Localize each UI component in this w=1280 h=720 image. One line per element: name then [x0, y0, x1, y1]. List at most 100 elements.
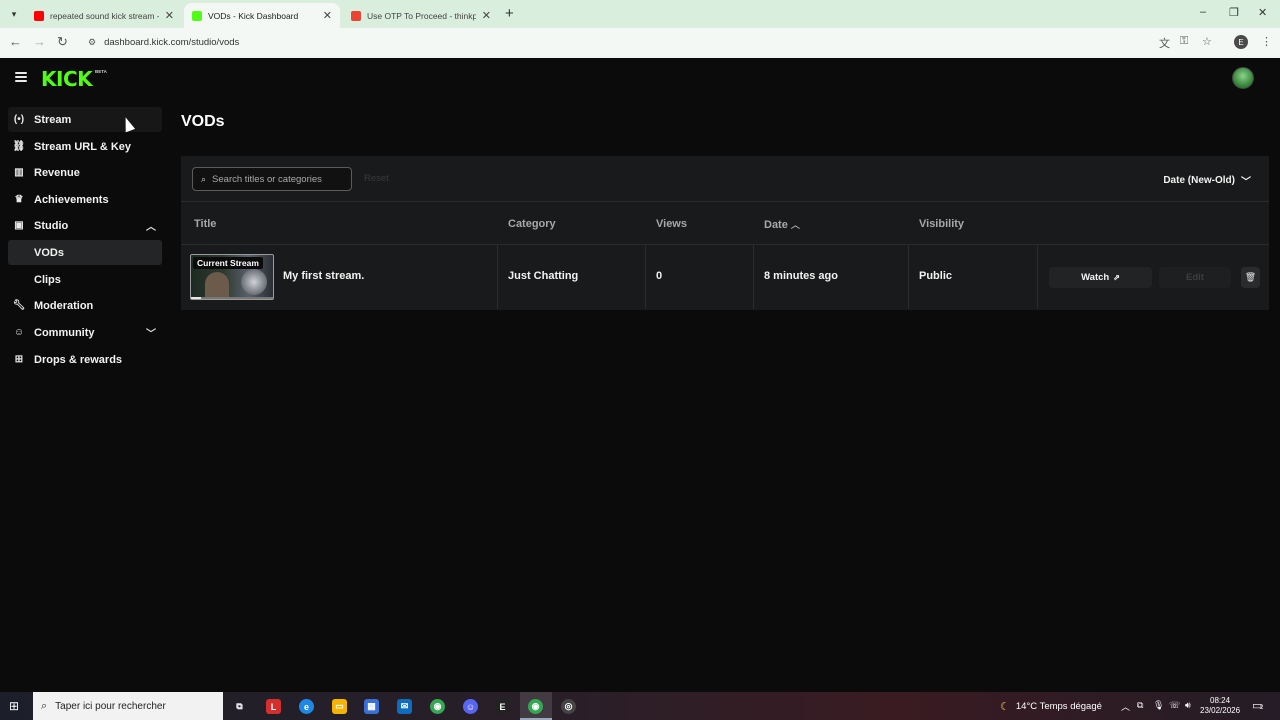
vod-visibility: Public: [919, 270, 953, 282]
sort-ascending-icon: ︿: [790, 220, 800, 230]
address-bar[interactable]: ⚙ dashboard.kick.com/studio/vods: [82, 31, 1222, 54]
tray-app-icon[interactable]: ⧉: [1137, 700, 1143, 711]
browser-toolbar: ← → ↻ ⚙ dashboard.kick.com/studio/vods 文…: [0, 28, 1280, 58]
store-icon[interactable]: ▦: [364, 699, 379, 714]
mail-icon[interactable]: ✉: [397, 699, 412, 714]
cell-divider: [908, 245, 909, 309]
chevron-down-icon: ﹀: [1241, 177, 1251, 188]
chart-icon: ▥: [14, 167, 24, 178]
tab-search-chevron-icon[interactable]: ▾: [6, 6, 22, 22]
reset-button[interactable]: Reset: [364, 173, 389, 184]
sort-label: Date (New-Old): [1163, 175, 1235, 186]
sidebar-item-label: Stream: [34, 113, 72, 126]
filter-bar: ⌕ Reset Date (New-Old) ﹀: [181, 156, 1269, 202]
hamburger-menu-icon[interactable]: [15, 72, 27, 82]
edit-button[interactable]: Edit: [1159, 267, 1231, 288]
sidebar-item-drops-rewards[interactable]: ⊞ Drops & rewards: [8, 347, 162, 372]
browser-menu-icon[interactable]: ⋮: [1261, 35, 1272, 48]
clock-date: 23/02/2026: [1200, 706, 1241, 715]
sidebar-item-vods[interactable]: VODs: [8, 240, 162, 265]
tab-close-icon[interactable]: ✕: [482, 9, 491, 22]
sidebar: (•) Stream ⛓ Stream URL & Key ▥ Revenue …: [0, 102, 170, 692]
sort-dropdown[interactable]: Date (New-Old) ﹀: [1163, 173, 1251, 188]
microphone-icon[interactable]: 🎙︎: [1153, 700, 1164, 711]
vod-progress-bar: [191, 297, 273, 299]
app-l-icon[interactable]: L: [266, 699, 281, 714]
sidebar-item-achievements[interactable]: ♛ Achievements: [8, 187, 162, 212]
chrome-active-icon[interactable]: ◉: [528, 699, 543, 714]
browser-tab-youtube[interactable]: repeated sound kick stream - Y ✕: [26, 3, 182, 28]
notification-icon[interactable]: ▭ 2: [1252, 699, 1263, 712]
column-header-date[interactable]: Date ︿: [764, 218, 800, 231]
password-key-icon[interactable]: ⚿: [1180, 35, 1188, 48]
epic-games-icon[interactable]: E: [495, 699, 510, 714]
table-header: Title Category Views Date ︿ Visibility: [181, 202, 1269, 245]
tab-title: VODs - Kick Dashboard: [208, 10, 299, 21]
users-icon: ☺: [13, 327, 25, 338]
app-header: KICK BETA: [0, 58, 1280, 102]
new-tab-plus-icon[interactable]: +: [505, 5, 514, 22]
browser-tab-gmail[interactable]: Use OTP To Proceed - thinkpad ✕: [343, 3, 499, 28]
browser-profile-avatar[interactable]: E: [1234, 35, 1248, 49]
reload-icon[interactable]: ↻: [57, 34, 68, 50]
sidebar-item-label: Community: [34, 326, 95, 339]
kick-logo[interactable]: KICK: [41, 67, 93, 91]
column-header-category[interactable]: Category: [508, 218, 556, 230]
taskbar-search-box[interactable]: ⌕ Taper ici pour rechercher: [33, 692, 223, 720]
volume-icon[interactable]: 🔊︎: [1185, 700, 1191, 711]
sidebar-item-stream-url-key[interactable]: ⛓ Stream URL & Key: [8, 134, 162, 159]
thumbnail-light: [241, 269, 267, 295]
browser-tab-kick-dashboard[interactable]: VODs - Kick Dashboard ✕: [184, 3, 340, 28]
network-icon[interactable]: ☏: [1169, 700, 1180, 711]
table-row[interactable]: Current Stream My first stream. Just Cha…: [181, 245, 1269, 309]
vods-table-panel: ⌕ Reset Date (New-Old) ﹀ Title Category …: [181, 156, 1269, 310]
weather-text: 14°C Temps dégagé: [1015, 701, 1102, 712]
windows-start-icon[interactable]: ⊞: [9, 699, 19, 713]
beta-label: BETA: [95, 69, 107, 74]
url-text[interactable]: dashboard.kick.com/studio/vods: [104, 37, 239, 48]
vod-thumbnail[interactable]: Current Stream: [190, 254, 274, 300]
window-close-icon[interactable]: ✕: [1258, 6, 1267, 19]
sidebar-item-stream[interactable]: (•) Stream: [8, 107, 162, 132]
weather-widget[interactable]: ☾ 14°C Temps dégagé: [1000, 700, 1102, 713]
sidebar-item-moderation[interactable]: 🔧︎ Moderation: [8, 293, 162, 318]
sidebar-item-studio[interactable]: ▣ Studio ︿: [8, 213, 162, 238]
obs-icon[interactable]: ◎: [561, 699, 576, 714]
vod-category: Just Chatting: [508, 270, 579, 282]
user-avatar[interactable]: [1232, 67, 1254, 89]
trophy-icon: ♛: [14, 194, 24, 205]
minimize-icon[interactable]: –: [1200, 6, 1206, 18]
restore-icon[interactable]: ❐: [1229, 6, 1239, 19]
chrome-icon[interactable]: ◉: [430, 699, 445, 714]
sidebar-item-community[interactable]: ☺ Community ﹀: [8, 320, 162, 345]
sidebar-item-revenue[interactable]: ▥ Revenue: [8, 160, 162, 185]
column-header-visibility[interactable]: Visibility: [919, 218, 964, 230]
link-icon: ⛓: [12, 141, 26, 152]
bookmark-star-icon[interactable]: ☆: [1202, 35, 1212, 48]
search-icon: ⌕: [201, 173, 207, 184]
translate-icon[interactable]: 文: [1159, 35, 1170, 51]
search-field[interactable]: ⌕: [192, 167, 352, 191]
file-explorer-icon[interactable]: ▭: [332, 699, 347, 714]
tab-close-icon[interactable]: ✕: [323, 9, 332, 22]
site-info-icon[interactable]: ⚙: [88, 37, 96, 48]
vod-title[interactable]: My first stream.: [283, 270, 364, 282]
tray-expand-icon[interactable]: ︿: [1121, 700, 1130, 713]
system-clock[interactable]: 08:24 23/02/2026: [1200, 696, 1240, 716]
search-input[interactable]: [212, 173, 343, 185]
studio-icon: ▣: [14, 220, 24, 231]
trash-icon[interactable]: 🗑︎: [1241, 267, 1260, 288]
discord-icon[interactable]: ☺: [463, 699, 478, 714]
edge-icon[interactable]: e: [299, 699, 314, 714]
clock-time: 08:24: [1210, 696, 1231, 705]
sidebar-item-label: Moderation: [34, 299, 94, 312]
forward-arrow-icon[interactable]: →: [33, 34, 46, 49]
task-view-icon[interactable]: ⧉: [232, 699, 247, 714]
column-header-title[interactable]: Title: [194, 218, 216, 230]
cell-divider: [753, 245, 754, 309]
column-header-views[interactable]: Views: [656, 218, 687, 230]
tab-close-icon[interactable]: ✕: [165, 9, 174, 22]
back-arrow-icon[interactable]: ←: [9, 34, 22, 49]
sidebar-item-clips[interactable]: Clips: [8, 267, 162, 292]
watch-button[interactable]: Watch ⇗: [1049, 267, 1152, 288]
